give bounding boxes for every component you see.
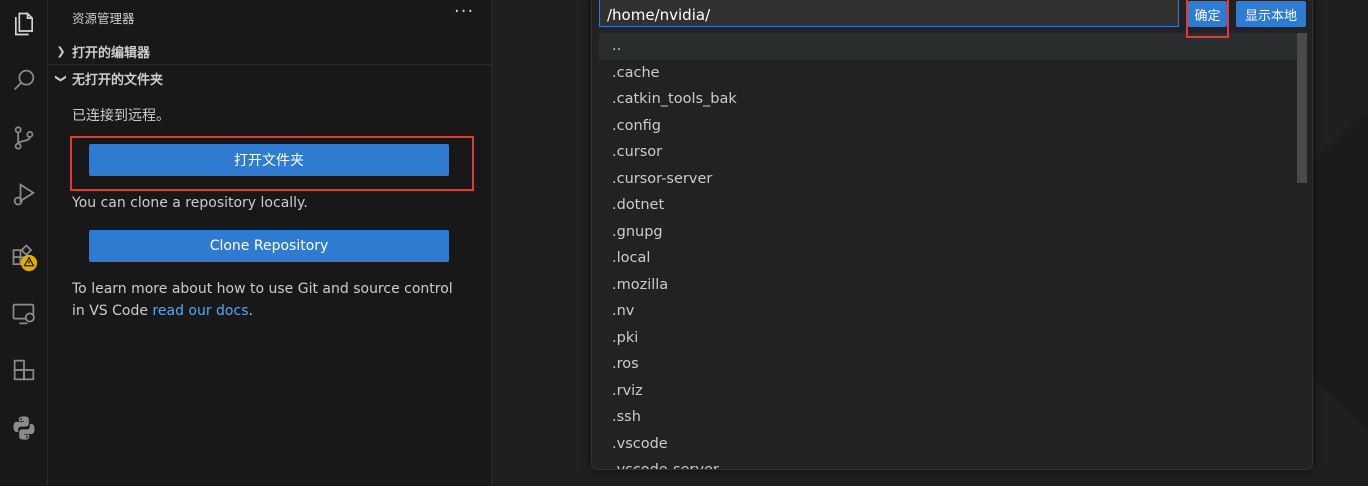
list-scrollbar[interactable]: [1297, 33, 1307, 183]
more-actions-icon[interactable]: ···: [454, 1, 474, 22]
quick-pick-dialog: /home/nvidia/ 确定 显示本地 .. .cache .catkin_…: [591, 0, 1313, 470]
section-open-editors[interactable]: ❯ 打开的编辑器: [48, 39, 491, 63]
containers-icon[interactable]: [0, 346, 47, 394]
connected-remote-text: 已连接到远程。: [72, 108, 170, 124]
remote-explorer-icon[interactable]: [0, 290, 47, 338]
open-folder-button[interactable]: 打开文件夹: [89, 144, 449, 176]
chevron-right-icon: ❯: [56, 44, 66, 58]
git-help-line-2: in VS Code read our docs.: [72, 300, 253, 322]
section-no-folder[interactable]: ❯ 无打开的文件夹: [48, 66, 491, 90]
explorer-icon[interactable]: [0, 0, 47, 48]
git-help-line-1: To learn more about how to use Git and s…: [72, 281, 453, 297]
list-item[interactable]: .vscode-server: [599, 457, 1297, 469]
list-item[interactable]: .mozilla: [599, 272, 1297, 299]
list-item[interactable]: .vscode: [599, 431, 1297, 458]
source-control-icon[interactable]: [0, 114, 47, 162]
section-open-editors-label: 打开的编辑器: [72, 45, 151, 61]
warning-badge-icon: [20, 254, 38, 272]
list-item[interactable]: .config: [599, 113, 1297, 140]
list-item[interactable]: .local: [599, 245, 1297, 272]
list-item[interactable]: .cache: [599, 60, 1297, 87]
list-item[interactable]: .dotnet: [599, 192, 1297, 219]
section-divider: [48, 64, 491, 65]
editor-area: /home/nvidia/ 确定 显示本地 .. .cache .catkin_…: [492, 0, 1368, 486]
list-item[interactable]: .ssh: [599, 404, 1297, 431]
extensions-icon[interactable]: [0, 232, 47, 280]
list-item[interactable]: .cursor: [599, 139, 1297, 166]
clone-hint-text: You can clone a repository locally.: [72, 195, 308, 211]
run-debug-icon[interactable]: [0, 170, 47, 218]
search-icon[interactable]: [0, 56, 47, 104]
explorer-sidebar: 资源管理器 ··· ❯ 打开的编辑器 ❯ 无打开的文件夹 已连接到远程。 打开文…: [48, 0, 492, 486]
list-item[interactable]: .cursor-server: [599, 166, 1297, 193]
folder-list: .. .cache .catkin_tools_bak .config .cur…: [599, 33, 1297, 469]
python-icon[interactable]: [0, 404, 47, 452]
list-item[interactable]: .catkin_tools_bak: [599, 86, 1297, 113]
list-item[interactable]: .pki: [599, 325, 1297, 352]
path-input[interactable]: /home/nvidia/: [599, 0, 1179, 27]
chevron-down-icon: ❯: [54, 73, 68, 83]
git-help-suffix: .: [248, 303, 253, 319]
list-item[interactable]: .ros: [599, 351, 1297, 378]
list-item[interactable]: .nv: [599, 298, 1297, 325]
sidebar-title: 资源管理器: [72, 11, 135, 26]
ok-highlight-box: [1186, 0, 1229, 38]
list-item[interactable]: .gnupg: [599, 219, 1297, 246]
list-item[interactable]: .rviz: [599, 378, 1297, 405]
git-help-prefix: in VS Code: [72, 303, 153, 319]
section-no-folder-label: 无打开的文件夹: [72, 72, 164, 88]
show-local-button[interactable]: 显示本地: [1236, 1, 1306, 27]
activity-bar: [0, 0, 48, 486]
clone-repository-button[interactable]: Clone Repository: [89, 230, 449, 262]
read-docs-link[interactable]: read our docs: [152, 303, 248, 319]
path-input-value: /home/nvidia/: [607, 6, 711, 24]
